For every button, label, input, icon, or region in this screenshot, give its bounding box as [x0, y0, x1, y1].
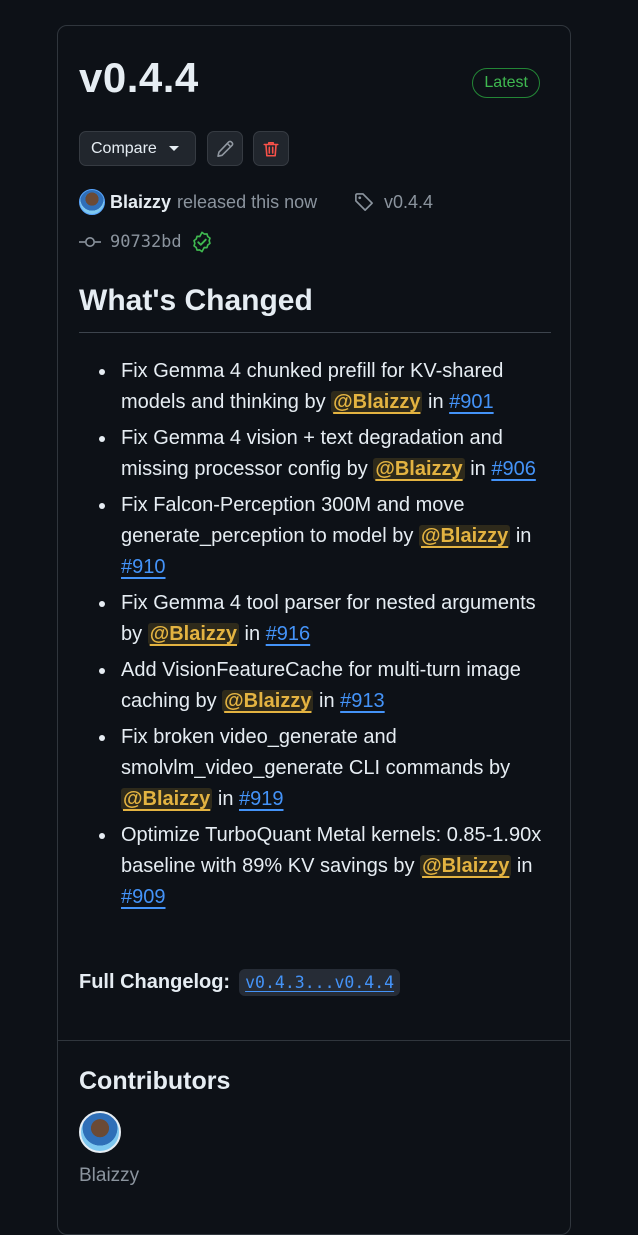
tag-name: v0.4.4 — [384, 191, 434, 212]
delete-button[interactable] — [253, 131, 289, 166]
pr-link[interactable]: #919 — [239, 788, 284, 810]
full-changelog-link[interactable]: v0.4.3...v0.4.4 — [239, 969, 401, 996]
mention-link[interactable]: @Blaizzy — [222, 690, 314, 712]
mention-link[interactable]: @Blaizzy — [420, 855, 512, 877]
pr-link[interactable]: #910 — [121, 556, 166, 578]
chevron-down-icon — [168, 146, 179, 151]
contributors-heading: Contributors — [79, 1067, 231, 1095]
change-in: in — [239, 623, 266, 645]
released-text: released this now — [177, 191, 318, 212]
list-item: Fix Gemma 4 tool parser for nested argum… — [99, 588, 551, 650]
release-title[interactable]: v0.4.4 — [79, 54, 199, 102]
author-link[interactable]: Blaizzy — [110, 192, 171, 213]
mention-link[interactable]: @Blaizzy — [147, 623, 239, 645]
commit-icon — [79, 237, 101, 247]
change-in: in — [510, 525, 532, 547]
list-item: Fix Falcon-Perception 300M and move gene… — [99, 490, 551, 583]
release-card: v0.4.4 Latest Compare Blaizzy released t… — [57, 25, 571, 1235]
change-in: in — [511, 855, 533, 877]
list-item: Fix Gemma 4 chunked prefill for KV-share… — [99, 356, 551, 418]
change-in: in — [313, 690, 341, 712]
commit-sha[interactable]: 90732bd — [110, 232, 182, 252]
edit-button[interactable] — [207, 131, 243, 166]
change-text: Fix Falcon-Perception 300M and move gene… — [121, 494, 465, 547]
pr-link[interactable]: #913 — [340, 690, 385, 712]
mention-link[interactable]: @Blaizzy — [373, 458, 465, 480]
trash-icon — [263, 141, 279, 157]
compare-label: Compare — [91, 139, 157, 157]
mention-link[interactable]: @Blaizzy — [121, 788, 213, 810]
compare-button[interactable]: Compare — [79, 131, 196, 166]
change-in: in — [212, 788, 239, 810]
section-divider — [58, 1040, 570, 1041]
full-changelog-label: Full Changelog: — [79, 971, 231, 993]
list-item: Optimize TurboQuant Metal kernels: 0.85-… — [99, 820, 551, 913]
whats-changed-heading: What's Changed — [79, 284, 313, 317]
divider — [79, 332, 551, 333]
pr-link[interactable]: #909 — [121, 886, 166, 908]
change-in: in — [422, 391, 450, 413]
list-item: Fix Gemma 4 vision + text degradation an… — [99, 423, 551, 485]
contributor-name[interactable]: Blaizzy — [79, 1165, 139, 1187]
pr-link[interactable]: #906 — [491, 458, 536, 480]
pr-link[interactable]: #916 — [266, 623, 311, 645]
tag-icon — [355, 193, 373, 211]
pr-link[interactable]: #901 — [449, 391, 494, 413]
contributor-avatar[interactable] — [79, 1111, 121, 1153]
full-changelog: Full Changelog: v0.4.3...v0.4.4 — [79, 969, 401, 996]
changes-list: Fix Gemma 4 chunked prefill for KV-share… — [79, 356, 551, 918]
change-in: in — [464, 458, 492, 480]
commit-line: 90732bd — [79, 228, 213, 256]
list-item: Fix broken video_generate and smolvlm_vi… — [99, 722, 551, 815]
tag-link[interactable]: v0.4.4 — [354, 188, 433, 216]
release-author-line: Blaizzy released this now — [79, 188, 317, 216]
list-item: Add VisionFeatureCache for multi-turn im… — [99, 655, 551, 717]
mention-link[interactable]: @Blaizzy — [331, 391, 423, 413]
mention-link[interactable]: @Blaizzy — [418, 525, 511, 547]
avatar[interactable] — [79, 189, 105, 215]
latest-badge: Latest — [472, 68, 540, 98]
verified-check-icon[interactable] — [191, 231, 213, 253]
change-text: Fix broken video_generate and smolvlm_vi… — [121, 726, 511, 779]
pencil-icon — [217, 140, 234, 157]
